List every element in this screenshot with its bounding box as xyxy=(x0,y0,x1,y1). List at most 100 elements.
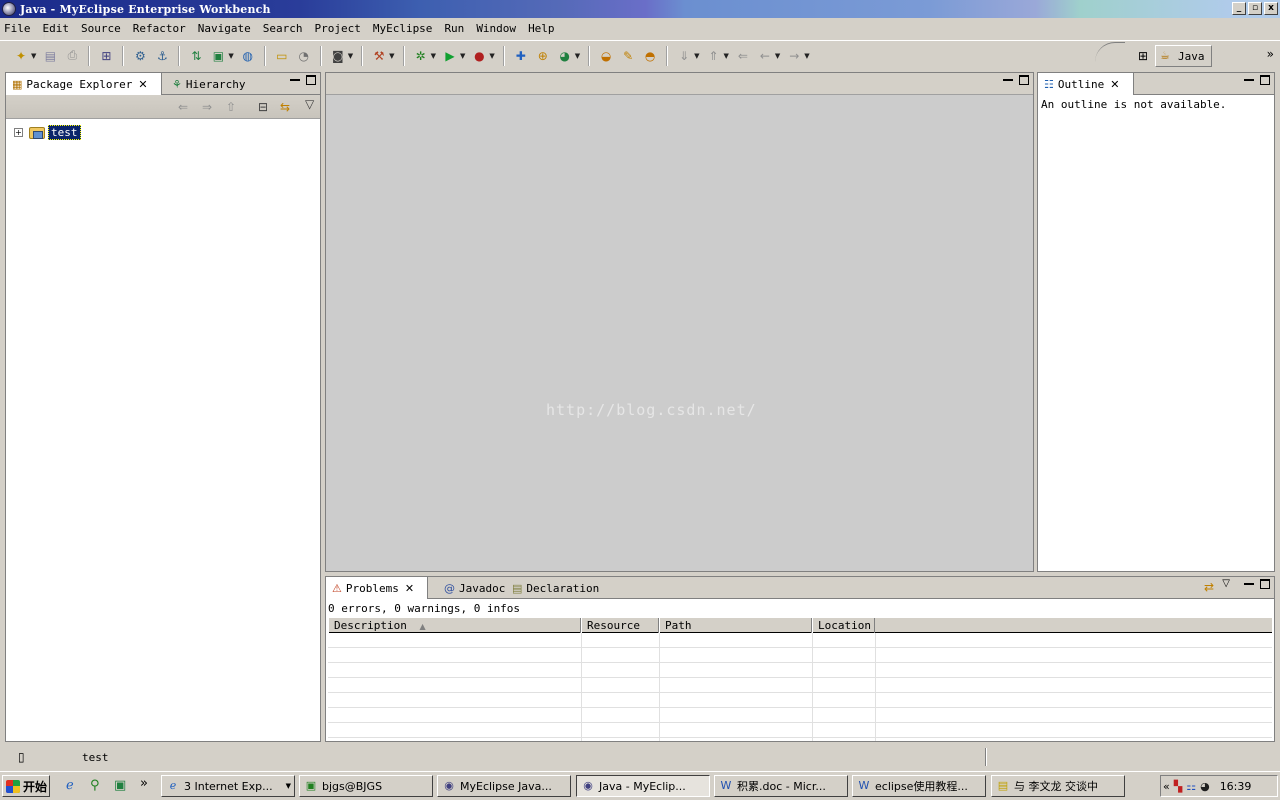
tools-icon[interactable]: ⚒ xyxy=(369,46,389,66)
back-icon[interactable]: ⇐ xyxy=(178,100,188,114)
expand-icon[interactable]: + xyxy=(14,128,23,137)
camera-icon[interactable]: ◙ xyxy=(328,46,348,66)
chevron-down-icon[interactable]: ▼ xyxy=(694,52,699,60)
tab-hierarchy[interactable]: ⚘ Hierarchy xyxy=(166,73,251,95)
new-package-icon[interactable]: ⊕ xyxy=(533,46,553,66)
java-perspective-button[interactable]: ☕ Java xyxy=(1155,45,1212,67)
menu-refactor[interactable]: Refactor xyxy=(133,22,192,35)
chevron-down-icon[interactable]: ▼ xyxy=(775,52,780,60)
prev-annotation-icon[interactable]: ⇑ xyxy=(704,46,724,66)
menu-project[interactable]: Project xyxy=(314,22,366,35)
tab-javadoc[interactable]: @ Javadoc xyxy=(438,577,511,599)
close-button[interactable]: x xyxy=(1264,2,1278,15)
open-folder-icon[interactable]: ▭ xyxy=(272,46,292,66)
column-header-resource[interactable]: Resource xyxy=(581,618,659,633)
taskbar-item-myeclipse-java[interactable]: ◉ MyEclipse Java... xyxy=(437,775,571,797)
internet-explorer-icon[interactable]: ℯ xyxy=(66,778,74,793)
chevron-down-icon[interactable]: ▼ xyxy=(575,52,580,60)
chevron-down-icon[interactable]: ▼ xyxy=(460,52,465,60)
print-icon[interactable]: ⎙ xyxy=(62,46,82,66)
minimize-button[interactable]: _ xyxy=(1232,2,1246,15)
open-file-icon[interactable]: ◔ xyxy=(294,46,314,66)
up-icon[interactable]: ⇧ xyxy=(226,100,236,114)
network-tray-icon[interactable]: ⚏ xyxy=(1186,780,1196,793)
column-header-description[interactable]: Description ▲ xyxy=(328,618,581,633)
more-perspectives-icon[interactable]: » xyxy=(1267,47,1274,61)
fast-view-icon[interactable]: ▯ xyxy=(18,750,25,764)
input-method-icon[interactable]: ▚ xyxy=(1174,780,1182,793)
minimize-panel-icon[interactable] xyxy=(1003,71,1013,81)
menu-myeclipse[interactable]: MyEclipse xyxy=(373,22,439,35)
quick-launch-more-icon[interactable]: » xyxy=(140,776,148,791)
menu-help[interactable]: Help xyxy=(528,22,561,35)
browser-icon[interactable]: ⚓ xyxy=(152,46,172,66)
collapse-all-icon[interactable]: ⊟ xyxy=(258,100,268,114)
maximize-panel-icon[interactable] xyxy=(1260,75,1270,85)
menu-navigate[interactable]: Navigate xyxy=(198,22,257,35)
filter-icon[interactable]: ⇄ xyxy=(1204,580,1214,594)
tray-expand-icon[interactable]: « xyxy=(1163,780,1170,793)
menu-edit[interactable]: Edit xyxy=(43,22,76,35)
last-edit-icon[interactable]: ⇐ xyxy=(733,46,753,66)
tab-problems[interactable]: ⚠ Problems ✕ xyxy=(326,577,428,599)
taskbar-item-chat[interactable]: ▤ 与 李文龙 交谈中 xyxy=(991,775,1125,797)
new-class-icon[interactable]: ◕ xyxy=(555,46,575,66)
debug-server-icon[interactable]: ⚙ xyxy=(130,46,150,66)
clock[interactable]: 16:39 xyxy=(1220,780,1252,793)
minimize-panel-icon[interactable] xyxy=(1244,71,1254,81)
link-with-editor-icon[interactable]: ⇆ xyxy=(280,100,290,114)
network-icon[interactable]: ⚲ xyxy=(90,778,100,793)
open-type-icon[interactable]: ◒ xyxy=(596,46,616,66)
chevron-down-icon[interactable]: ▼ xyxy=(724,52,729,60)
chevron-down-icon[interactable]: ▼ xyxy=(389,52,394,60)
deploy-icon[interactable]: ⇅ xyxy=(186,46,206,66)
taskbar-item-eclipse-tutorial[interactable]: W eclipse使用教程... xyxy=(852,775,986,797)
chevron-down-icon[interactable]: ▼ xyxy=(804,52,809,60)
menu-window[interactable]: Window xyxy=(476,22,522,35)
forward-arrow-icon[interactable]: → xyxy=(784,46,804,66)
chevron-down-icon[interactable]: ▼ xyxy=(228,52,233,60)
chevron-down-icon[interactable]: ▼ xyxy=(31,52,36,60)
globe-icon[interactable]: ◍ xyxy=(238,46,258,66)
chevron-down-icon[interactable]: ▼ xyxy=(489,52,494,60)
qq-icon[interactable]: ◕ xyxy=(1200,780,1210,793)
menu-source[interactable]: Source xyxy=(81,22,127,35)
minimize-panel-icon[interactable] xyxy=(1244,575,1254,585)
myeclipse-app-icon[interactable] xyxy=(2,2,16,16)
close-icon[interactable]: ✕ xyxy=(1110,78,1119,91)
maximize-button[interactable]: ▫ xyxy=(1248,2,1262,15)
debug-bug-icon[interactable]: ✲ xyxy=(411,46,431,66)
maximize-panel-icon[interactable] xyxy=(1260,579,1270,589)
open-task-icon[interactable]: ◓ xyxy=(640,46,660,66)
view-menu-icon[interactable]: ▽ xyxy=(305,97,314,111)
java-version-icon[interactable]: ⊞ xyxy=(96,46,116,66)
taskbar-item-internet-explorer[interactable]: ℯ 3 Internet Exp... ▼ xyxy=(161,775,295,797)
tree-item-test[interactable]: + test xyxy=(14,125,81,140)
start-button[interactable]: 开始 xyxy=(2,775,50,797)
close-icon[interactable]: ✕ xyxy=(405,582,414,595)
maximize-panel-icon[interactable] xyxy=(1019,75,1029,85)
run-icon[interactable]: ▶ xyxy=(440,46,460,66)
next-annotation-icon[interactable]: ⇓ xyxy=(674,46,694,66)
menu-search[interactable]: Search xyxy=(263,22,309,35)
tree-item-label[interactable]: test xyxy=(48,125,81,140)
column-header-location[interactable]: Location xyxy=(812,618,875,633)
taskbar-item-bjgs[interactable]: ▣ bjgs@BJGS xyxy=(299,775,433,797)
forward-icon[interactable]: ⇒ xyxy=(202,100,212,114)
chevron-down-icon[interactable]: ▼ xyxy=(348,52,353,60)
search-icon[interactable]: ✎ xyxy=(618,46,638,66)
taskbar-item-java-myeclipse[interactable]: ◉ Java - MyEclip... xyxy=(576,775,710,797)
server-icon[interactable]: ▣ xyxy=(208,46,228,66)
menu-file[interactable]: File xyxy=(4,22,37,35)
close-icon[interactable]: ✕ xyxy=(138,78,147,91)
view-menu-icon[interactable]: ▽ xyxy=(1222,578,1230,589)
taskbar-item-word-doc[interactable]: W 积累.doc - Micr... xyxy=(714,775,848,797)
save-icon[interactable]: ▤ xyxy=(40,46,60,66)
editor-area[interactable]: http://blog.csdn.net/ xyxy=(325,72,1034,572)
open-perspective-icon[interactable]: ⊞ xyxy=(1135,49,1151,65)
external-tools-icon[interactable]: ● xyxy=(469,46,489,66)
new-icon[interactable]: ✦ xyxy=(11,46,31,66)
show-desktop-icon[interactable]: ▣ xyxy=(114,778,126,793)
column-header-path[interactable]: Path xyxy=(659,618,812,633)
tab-declaration[interactable]: ▤ Declaration xyxy=(506,577,605,599)
